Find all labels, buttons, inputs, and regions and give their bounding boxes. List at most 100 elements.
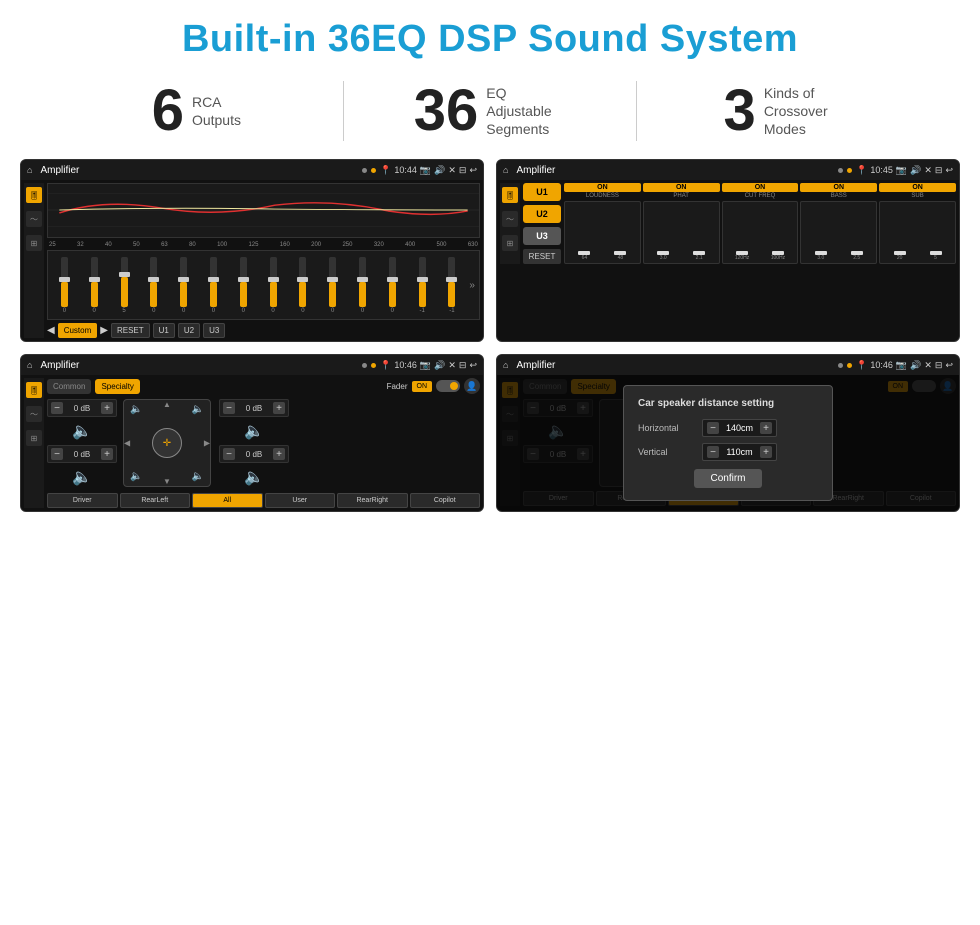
close-icon-2[interactable]: ✕ bbox=[924, 165, 932, 176]
db1-plus[interactable]: + bbox=[101, 402, 113, 414]
slider-4[interactable]: 0 bbox=[139, 257, 168, 314]
minimize-icon-2[interactable]: ⊟ bbox=[935, 165, 943, 176]
eq-u1-btn[interactable]: U1 bbox=[153, 323, 175, 338]
eq-next-btn[interactable]: ▶ bbox=[100, 325, 108, 336]
slider-2[interactable]: 0 bbox=[80, 257, 109, 314]
loudness-on-btn[interactable]: ON bbox=[564, 183, 641, 192]
time-2: 10:45 bbox=[870, 165, 893, 175]
speaker-icon-3[interactable]: ⊞ bbox=[26, 430, 42, 446]
u1-btn[interactable]: U1 bbox=[523, 183, 561, 201]
wave-icon-2[interactable]: 〜 bbox=[502, 211, 518, 227]
db4-val: 0 dB bbox=[237, 450, 271, 459]
crossover-layout: U1 U2 U3 RESET ON LOUDNESS bbox=[523, 183, 956, 264]
tab-specialty-3[interactable]: Specialty bbox=[95, 379, 139, 394]
status-dot-7 bbox=[838, 363, 843, 368]
cutfreq-on-btn[interactable]: ON bbox=[722, 183, 799, 192]
db4-plus[interactable]: + bbox=[273, 448, 285, 460]
stat-rca-text: RCAOutputs bbox=[192, 93, 241, 129]
home-icon[interactable]: ⌂ bbox=[27, 165, 32, 175]
slider-3[interactable]: 5 bbox=[110, 257, 139, 314]
screen3-body: 🎚 〜 ⊞ Common Specialty Fader ON 👤 bbox=[21, 375, 483, 511]
reset-btn-crossover[interactable]: RESET bbox=[523, 249, 561, 264]
speaker-fl-icon: 🔈 bbox=[47, 421, 117, 441]
slider-6[interactable]: 0 bbox=[199, 257, 228, 314]
horizontal-plus[interactable]: + bbox=[760, 422, 772, 434]
rearleft-btn[interactable]: RearLeft bbox=[120, 493, 191, 508]
slider-8[interactable]: 0 bbox=[259, 257, 288, 314]
wave-icon[interactable]: 〜 bbox=[26, 211, 42, 227]
db3-plus[interactable]: + bbox=[273, 402, 285, 414]
u3-btn[interactable]: U3 bbox=[523, 227, 561, 245]
volume-icon-1: 🔊 bbox=[434, 165, 445, 176]
scroll-right-icon[interactable]: » bbox=[467, 280, 477, 291]
minimize-icon-1[interactable]: ⊟ bbox=[459, 165, 467, 176]
close-icon-3[interactable]: ✕ bbox=[448, 360, 456, 371]
db3-minus[interactable]: − bbox=[223, 402, 235, 414]
confirm-button[interactable]: Confirm bbox=[694, 469, 761, 488]
vertical-plus[interactable]: + bbox=[760, 446, 772, 458]
minimize-icon-3[interactable]: ⊟ bbox=[459, 360, 467, 371]
home-icon-3[interactable]: ⌂ bbox=[27, 360, 32, 370]
stat-rca-number: 6 bbox=[152, 82, 184, 140]
back-icon-2[interactable]: ↩ bbox=[945, 165, 953, 176]
back-icon-4[interactable]: ↩ bbox=[945, 360, 953, 371]
stats-row: 6 RCAOutputs 36 EQ AdjustableSegments 3 … bbox=[0, 71, 980, 159]
db1-minus[interactable]: − bbox=[51, 402, 63, 414]
loudness-label: LOUDNESS bbox=[564, 193, 641, 199]
eq-custom-btn[interactable]: Custom bbox=[58, 323, 98, 338]
back-icon-1[interactable]: ↩ bbox=[469, 165, 477, 176]
camera-icon-3: 📷 bbox=[420, 360, 431, 371]
slider-14[interactable]: -1 bbox=[438, 257, 467, 314]
status-dot-4 bbox=[847, 168, 852, 173]
volume-icon-4: 🔊 bbox=[910, 360, 921, 371]
speaker-split-icon[interactable]: ⊞ bbox=[26, 235, 42, 251]
db2-plus[interactable]: + bbox=[101, 448, 113, 460]
db2-minus[interactable]: − bbox=[51, 448, 63, 460]
camera-icon-4: 📷 bbox=[896, 360, 907, 371]
close-icon-4[interactable]: ✕ bbox=[924, 360, 932, 371]
horizontal-minus[interactable]: − bbox=[707, 422, 719, 434]
slider-5[interactable]: 0 bbox=[169, 257, 198, 314]
wave-icon-3[interactable]: 〜 bbox=[26, 406, 42, 422]
screen-crossover: ⌂ Amplifier 📍 10:45 📷 🔊 ✕ ⊟ ↩ 🎚 〜 ⊞ bbox=[496, 159, 960, 342]
distance-modal: Car speaker distance setting Horizontal … bbox=[623, 385, 833, 501]
driver-btn[interactable]: Driver bbox=[47, 493, 118, 508]
eq-prev-btn[interactable]: ◀ bbox=[47, 325, 55, 336]
copilot-btn[interactable]: Copilot bbox=[410, 493, 481, 508]
home-icon-4[interactable]: ⌂ bbox=[503, 360, 508, 370]
eq-u3-btn[interactable]: U3 bbox=[203, 323, 225, 338]
profile-icon[interactable]: 👤 bbox=[464, 378, 480, 394]
slider-1[interactable]: 0 bbox=[50, 257, 79, 314]
slider-13[interactable]: -1 bbox=[408, 257, 437, 314]
slider-7[interactable]: 0 bbox=[229, 257, 258, 314]
back-icon-3[interactable]: ↩ bbox=[469, 360, 477, 371]
speaker-icon-2[interactable]: ⊞ bbox=[502, 235, 518, 251]
fader-toggle-switch[interactable] bbox=[436, 380, 460, 392]
horizontal-ctrl: − 140cm + bbox=[702, 419, 777, 437]
u2-btn[interactable]: U2 bbox=[523, 205, 561, 223]
user-btn[interactable]: User bbox=[265, 493, 336, 508]
slider-9[interactable]: 0 bbox=[289, 257, 318, 314]
minimize-icon-4[interactable]: ⊟ bbox=[935, 360, 943, 371]
tab-common-3[interactable]: Common bbox=[47, 379, 91, 394]
close-icon-1[interactable]: ✕ bbox=[448, 165, 456, 176]
eq-icon[interactable]: 🎚 bbox=[26, 187, 42, 203]
all-btn[interactable]: All bbox=[192, 493, 263, 508]
phat-on-btn[interactable]: ON bbox=[643, 183, 720, 192]
fader-on-toggle[interactable]: ON bbox=[412, 381, 433, 392]
home-icon-2[interactable]: ⌂ bbox=[503, 165, 508, 175]
slider-12[interactable]: 0 bbox=[378, 257, 407, 314]
slider-10[interactable]: 0 bbox=[318, 257, 347, 314]
eq-icon-2[interactable]: 🎚 bbox=[502, 187, 518, 203]
eq-u2-btn[interactable]: U2 bbox=[178, 323, 200, 338]
eq-reset-btn[interactable]: RESET bbox=[111, 323, 150, 338]
rearright-btn[interactable]: RearRight bbox=[337, 493, 408, 508]
stat-crossover: 3 Kinds ofCrossover Modes bbox=[647, 82, 920, 140]
db4-minus[interactable]: − bbox=[223, 448, 235, 460]
sub-on-btn[interactable]: ON bbox=[879, 183, 956, 192]
slider-11[interactable]: 0 bbox=[348, 257, 377, 314]
eq-icon-3[interactable]: 🎚 bbox=[26, 382, 42, 398]
vertical-minus[interactable]: − bbox=[707, 446, 719, 458]
db3-val: 0 dB bbox=[237, 404, 271, 413]
bass-on-btn[interactable]: ON bbox=[800, 183, 877, 192]
